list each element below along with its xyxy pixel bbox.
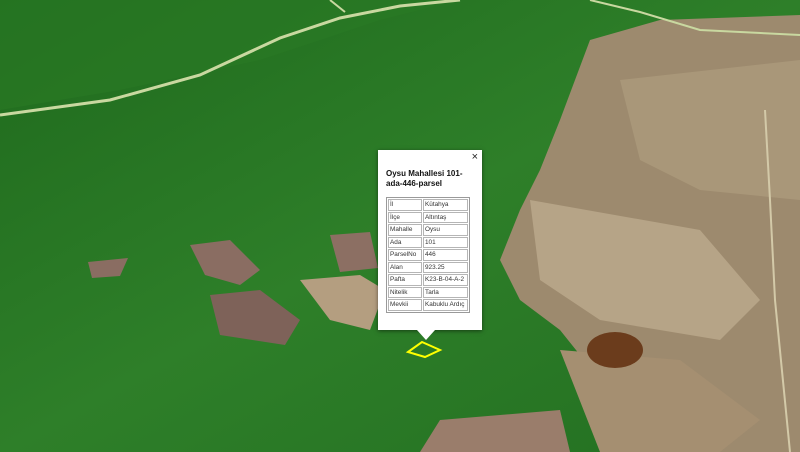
dark-pond [587,332,643,368]
table-row: İlçe Altıntaş [388,211,468,223]
attribute-key: Mahalle [388,224,422,236]
attribute-value: Altıntaş [423,211,468,223]
attribute-key: İlçe [388,211,422,223]
table-row: Alan 923.25 [388,261,468,273]
attribute-value: 923.25 [423,261,468,273]
parcel-info-popup: × Oysu Mahallesi 101-ada-446-parsel İl Kü… [378,150,482,330]
parcel-attributes-table: İl Kütahya İlçe Altıntaş Mahalle Oysu Ada 101 Pa… [386,197,470,313]
attribute-key: İl [388,199,422,211]
attribute-key: Mevkii [388,299,422,311]
table-row: Ada 101 [388,236,468,248]
attribute-value: 101 [423,236,468,248]
attribute-key: Nitelik [388,286,422,298]
popup-pointer [417,330,435,340]
attribute-key: Pafta [388,274,422,286]
table-row: Mevkii Kabuklu Ardıç [388,299,468,311]
attribute-key: Ada [388,236,422,248]
table-row: Nitelik Tarla [388,286,468,298]
attribute-value: Tarla [423,286,468,298]
attribute-value: Oysu [423,224,468,236]
close-icon[interactable]: × [472,151,478,163]
attribute-value: 446 [423,249,468,261]
table-row: ParselNo 446 [388,249,468,261]
table-row: İl Kütahya [388,199,468,211]
attribute-value: K23-B-04-A-2 [423,274,468,286]
attribute-key: Alan [388,261,422,273]
popup-title: Oysu Mahallesi 101-ada-446-parsel [386,169,463,188]
table-row: Mahalle Oysu [388,224,468,236]
attribute-value: Kütahya [423,199,468,211]
table-row: Pafta K23-B-04-A-2 [388,274,468,286]
attribute-value: Kabuklu Ardıç [423,299,468,311]
attribute-key: ParselNo [388,249,422,261]
